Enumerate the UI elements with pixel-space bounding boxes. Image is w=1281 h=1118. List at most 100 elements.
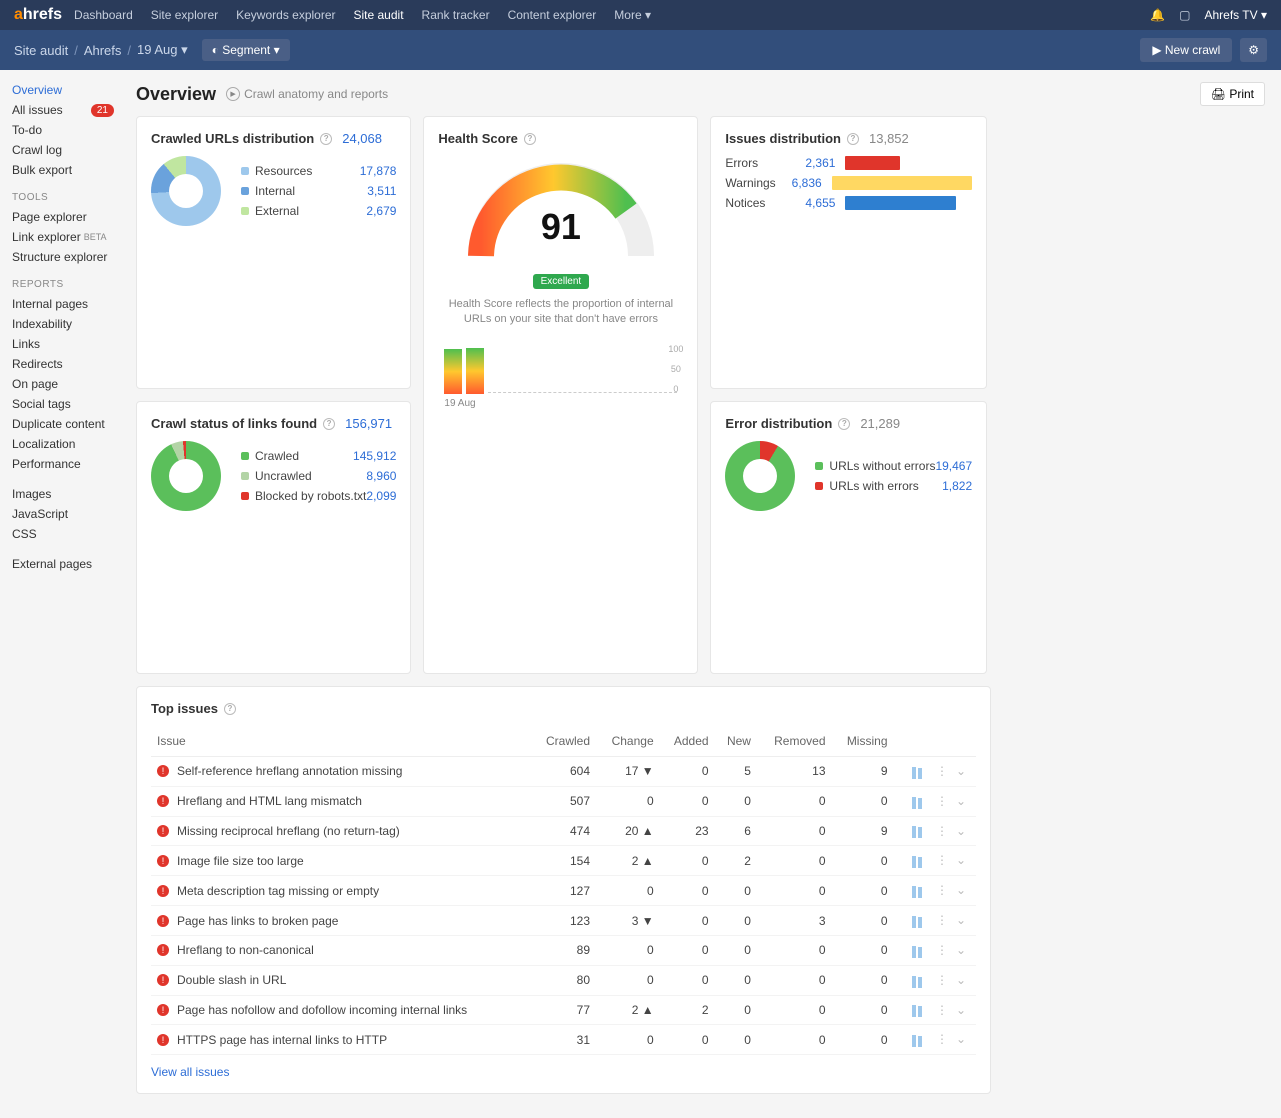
issue-dist-row[interactable]: Warnings6,836 (725, 176, 972, 190)
info-icon[interactable]: ? (323, 418, 335, 430)
sidebar-item-overview[interactable]: Overview (10, 80, 116, 100)
row-menu-icon[interactable]: ⋮ (932, 764, 952, 778)
info-icon[interactable]: ? (524, 133, 536, 145)
col-header[interactable]: Change (596, 726, 660, 757)
legend-row[interactable]: URLs without errors19,467 (815, 456, 972, 476)
sidebar-item-to-do[interactable]: To-do (10, 120, 116, 140)
sidebar-item-internal-pages[interactable]: Internal pages (10, 294, 116, 314)
help-video-link[interactable]: ▶Crawl anatomy and reports (226, 87, 388, 101)
sidebar-item-css[interactable]: CSS (10, 524, 116, 544)
issue-dist-row[interactable]: Errors2,361 (725, 156, 972, 170)
card-crawl-status: Crawl status of links found?156,971 Craw… (136, 401, 411, 674)
col-header[interactable]: Issue (151, 726, 530, 757)
info-icon[interactable]: ? (838, 418, 850, 430)
sidebar-item-all-issues[interactable]: All issues21 (10, 100, 116, 120)
row-menu-icon[interactable]: ⋮ (932, 943, 952, 957)
legend-row[interactable]: URLs with errors1,822 (815, 476, 972, 496)
sidebar-item-indexability[interactable]: Indexability (10, 314, 116, 334)
row-menu-icon[interactable]: ⋮ (932, 1032, 952, 1046)
col-header[interactable]: Crawled (530, 726, 596, 757)
table-row[interactable]: !Missing reciprocal hreflang (no return-… (151, 816, 976, 846)
sidebar-item-duplicate-content[interactable]: Duplicate content (10, 414, 116, 434)
col-header[interactable]: Missing (832, 726, 894, 757)
issue-dist-row[interactable]: Notices4,655 (725, 196, 972, 210)
sidebar-item-on-page[interactable]: On page (10, 374, 116, 394)
nav-item-rank-tracker[interactable]: Rank tracker (422, 8, 490, 22)
table-row[interactable]: !Double slash in URL8000000⋮⌄ (151, 965, 976, 995)
nav-item-site-explorer[interactable]: Site explorer (151, 8, 218, 22)
row-menu-icon[interactable]: ⋮ (932, 913, 952, 927)
col-header[interactable]: Removed (757, 726, 832, 757)
row-menu-icon[interactable]: ⋮ (932, 1003, 952, 1017)
sidebar-item-images[interactable]: Images (10, 484, 116, 504)
sidebar-item-structure-explorer[interactable]: Structure explorer (10, 247, 116, 267)
legend-row[interactable]: Crawled145,912 (241, 446, 396, 466)
window-icon[interactable]: ▢ (1179, 8, 1190, 22)
crawled-urls-total[interactable]: 24,068 (342, 131, 382, 146)
info-icon[interactable]: ? (224, 703, 236, 715)
sidebar: OverviewAll issues21To-doCrawl logBulk e… (0, 70, 120, 1118)
legend-row[interactable]: Resources17,878 (241, 161, 396, 181)
sidebar-item-crawl-log[interactable]: Crawl log (10, 140, 116, 160)
col-header[interactable]: New (715, 726, 757, 757)
sidebar-item-page-explorer[interactable]: Page explorer (10, 207, 116, 227)
row-menu-icon[interactable]: ⋮ (932, 973, 952, 987)
logo[interactable]: ahrefs (14, 6, 62, 24)
table-row[interactable]: !Page has links to broken page1233 ▼0030… (151, 906, 976, 936)
table-row[interactable]: !Page has nofollow and dofollow incoming… (151, 995, 976, 1025)
table-row[interactable]: !Meta description tag missing or empty12… (151, 876, 976, 906)
row-menu-icon[interactable]: ⋮ (932, 824, 952, 838)
legend-row[interactable]: Uncrawled8,960 (241, 466, 396, 486)
breadcrumb-date[interactable]: 19 Aug ▾ (137, 42, 188, 58)
new-crawl-button[interactable]: ▶ New crawl (1140, 38, 1232, 62)
user-menu[interactable]: Ahrefs TV ▾ (1205, 8, 1268, 22)
row-menu-icon[interactable]: ⋮ (932, 883, 952, 897)
chevron-down-icon[interactable]: ⌄ (952, 824, 970, 838)
nav-item-dashboard[interactable]: Dashboard (74, 8, 133, 22)
breadcrumb-site-audit[interactable]: Site audit (14, 43, 68, 58)
table-row[interactable]: !HTTPS page has internal links to HTTP31… (151, 1025, 976, 1055)
chevron-down-icon[interactable]: ⌄ (952, 913, 970, 927)
crawl-status-total[interactable]: 156,971 (345, 416, 392, 431)
nav-item-keywords-explorer[interactable]: Keywords explorer (236, 8, 335, 22)
info-icon[interactable]: ? (847, 133, 859, 145)
sidebar-item-localization[interactable]: Localization (10, 434, 116, 454)
col-header[interactable] (894, 726, 977, 757)
chevron-down-icon[interactable]: ⌄ (952, 1032, 970, 1046)
print-button[interactable]: 🖨 Print (1200, 82, 1265, 106)
chevron-down-icon[interactable]: ⌄ (952, 764, 970, 778)
chevron-down-icon[interactable]: ⌄ (952, 973, 970, 987)
sidebar-item-redirects[interactable]: Redirects (10, 354, 116, 374)
nav-item-site-audit[interactable]: Site audit (354, 8, 404, 22)
legend-row[interactable]: External2,679 (241, 201, 396, 221)
row-menu-icon[interactable]: ⋮ (932, 853, 952, 867)
view-all-issues-link[interactable]: View all issues (151, 1065, 229, 1079)
sidebar-item-bulk-export[interactable]: Bulk export (10, 160, 116, 180)
table-row[interactable]: !Image file size too large1542 ▲0200⋮⌄ (151, 846, 976, 876)
sidebar-item-javascript[interactable]: JavaScript (10, 504, 116, 524)
sidebar-item-link-explorer[interactable]: Link explorerBETA (10, 227, 116, 247)
row-menu-icon[interactable]: ⋮ (932, 794, 952, 808)
table-row[interactable]: !Hreflang and HTML lang mismatch50700000… (151, 786, 976, 816)
settings-button[interactable]: ⚙ (1240, 38, 1267, 62)
sidebar-item-social-tags[interactable]: Social tags (10, 394, 116, 414)
col-header[interactable]: Added (660, 726, 715, 757)
sidebar-item-links[interactable]: Links (10, 334, 116, 354)
chevron-down-icon[interactable]: ⌄ (952, 1003, 970, 1017)
nav-item-more-[interactable]: More ▾ (614, 8, 651, 22)
legend-row[interactable]: Internal3,511 (241, 181, 396, 201)
legend-row[interactable]: Blocked by robots.txt2,099 (241, 486, 396, 506)
bell-icon[interactable]: 🔔 (1150, 8, 1165, 22)
segment-button[interactable]: ◐ Segment ▾ (202, 39, 290, 61)
table-row[interactable]: !Self-reference hreflang annotation miss… (151, 757, 976, 787)
chevron-down-icon[interactable]: ⌄ (952, 943, 970, 957)
breadcrumb-project[interactable]: Ahrefs (84, 43, 122, 58)
info-icon[interactable]: ? (320, 133, 332, 145)
table-row[interactable]: !Hreflang to non-canonical8900000⋮⌄ (151, 935, 976, 965)
chevron-down-icon[interactable]: ⌄ (952, 794, 970, 808)
nav-item-content-explorer[interactable]: Content explorer (508, 8, 597, 22)
sidebar-item-external-pages[interactable]: External pages (10, 554, 116, 574)
sidebar-item-performance[interactable]: Performance (10, 454, 116, 474)
chevron-down-icon[interactable]: ⌄ (952, 853, 970, 867)
chevron-down-icon[interactable]: ⌄ (952, 883, 970, 897)
